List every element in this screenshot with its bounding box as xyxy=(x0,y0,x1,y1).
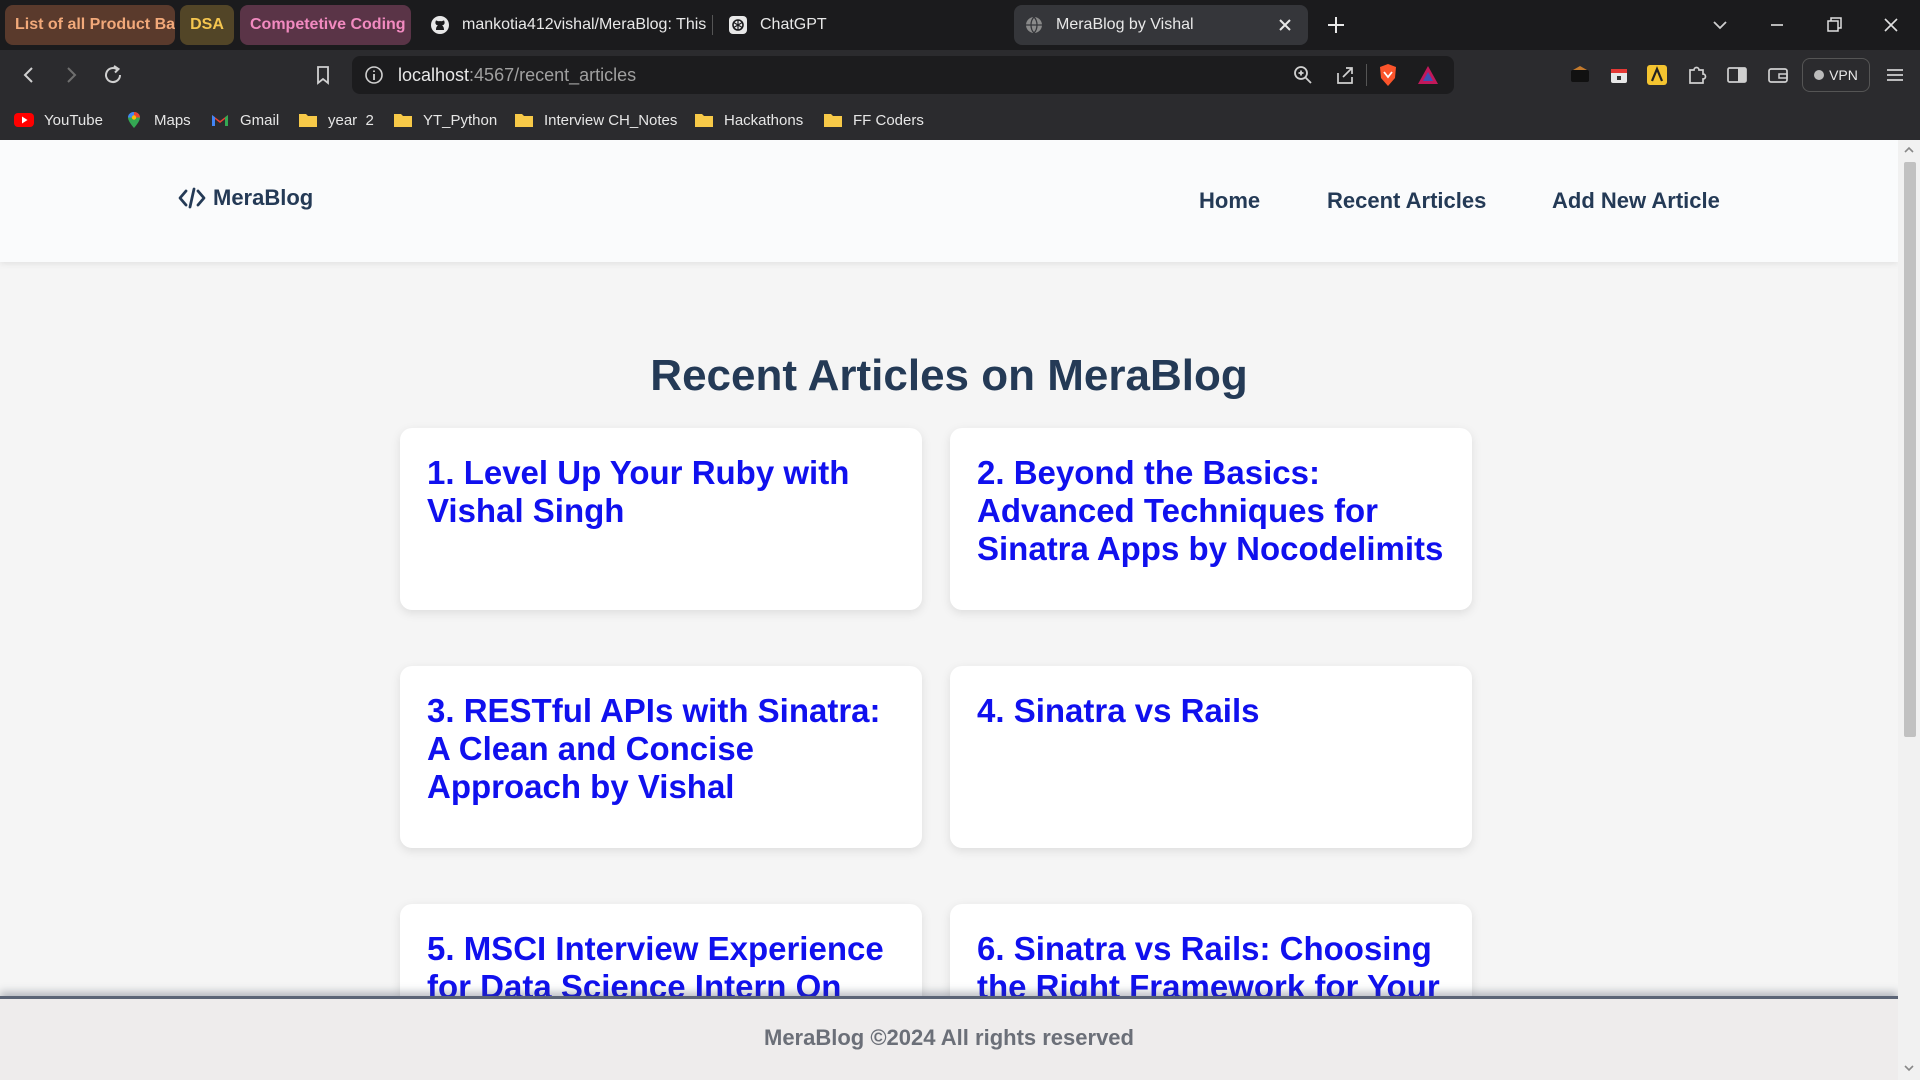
share-icon[interactable] xyxy=(1334,64,1356,86)
github-icon xyxy=(430,15,450,35)
article-link[interactable]: 1. Level Up Your Ruby with Vishal Singh xyxy=(427,454,895,530)
url-path: :4567/recent_articles xyxy=(469,65,637,85)
site-info-icon[interactable] xyxy=(364,65,384,85)
tab-group-label: Competetive Coding xyxy=(250,16,406,33)
folder-icon xyxy=(394,114,412,127)
folder-icon xyxy=(515,114,533,127)
bookmark-folder-ff-coders[interactable]: FF Coders xyxy=(823,108,924,132)
folder-icon xyxy=(299,114,317,127)
gmail-icon xyxy=(212,115,228,126)
address-bar[interactable]: localhost:4567/recent_articles xyxy=(352,56,1454,94)
article-card: 3. RESTful APIs with Sinatra: A Clean an… xyxy=(400,666,922,848)
tab-group-competitive[interactable]: Competetive Coding xyxy=(240,5,411,45)
article-link[interactable]: 3. RESTful APIs with Sinatra: A Clean an… xyxy=(427,692,895,806)
zoom-icon[interactable] xyxy=(1292,64,1314,86)
article-link[interactable]: 5. MSCI Interview Experience for Data Sc… xyxy=(427,930,895,1006)
site-footer: MeraBlog ©2024 All rights reserved xyxy=(0,996,1898,1080)
tab-merablog[interactable]: MeraBlog by Vishal xyxy=(1014,5,1308,45)
brand-logo-link[interactable]: MeraBlog xyxy=(177,185,313,211)
tab-group-label: List of all Product Ba xyxy=(15,16,175,33)
tab-chatgpt[interactable]: ChatGPT xyxy=(718,5,1008,45)
calendar-icon[interactable] xyxy=(1606,62,1632,88)
close-window-icon[interactable] xyxy=(1878,12,1904,38)
bookmark-folder-yt-python[interactable]: YT_Python xyxy=(393,108,497,132)
bookmark-icon[interactable] xyxy=(310,62,336,88)
tab-github[interactable]: mankotia412vishal/MeraBlog: This ap xyxy=(420,5,710,45)
article-link[interactable]: 6. Sinatra vs Rails: Choosing the Right … xyxy=(977,930,1445,1006)
youtube-icon xyxy=(14,113,34,127)
sidebar-icon[interactable] xyxy=(1724,62,1750,88)
bookmark-label: Interview CH_Notes xyxy=(544,111,678,129)
scroll-down-arrow-icon[interactable] xyxy=(1902,1062,1916,1074)
page-title: Recent Articles on MeraBlog xyxy=(650,351,1248,400)
bookmark-maps[interactable]: Maps xyxy=(124,108,191,132)
footer-copyright: MeraBlog ©2024 All rights reserved xyxy=(764,1025,1134,1050)
vpn-button[interactable]: VPN xyxy=(1802,58,1870,92)
tab-title: ChatGPT xyxy=(760,16,827,33)
folder-icon xyxy=(695,114,713,127)
vpn-label: VPN xyxy=(1829,67,1858,83)
tab-title: MeraBlog by Vishal xyxy=(1056,16,1194,33)
nav-add-new-article[interactable]: Add New Article xyxy=(1552,188,1720,214)
bookmark-label: Gmail xyxy=(240,111,280,129)
bookmark-label: YT_Python xyxy=(423,111,498,129)
bookmarks-bar xyxy=(0,100,1920,140)
vpn-status-icon xyxy=(1814,70,1825,80)
tab-title: mankotia412vishal/MeraBlog: This ap xyxy=(462,16,710,33)
globe-icon xyxy=(1024,15,1044,35)
brand-name: MeraBlog xyxy=(213,185,314,210)
page-viewport: MeraBlog Home Recent Articles Add New Ar… xyxy=(0,140,1898,1080)
wallet-dark-icon[interactable] xyxy=(1568,62,1592,86)
url-host: localhost xyxy=(398,65,470,85)
extensions-puzzle-icon[interactable] xyxy=(1684,62,1710,88)
forward-icon[interactable] xyxy=(58,62,84,88)
bookmark-label: Hackathons xyxy=(724,111,804,129)
bookmark-folder-interview[interactable]: Interview CH_Notes xyxy=(514,108,677,132)
tab-group-product[interactable]: List of all Product Ba xyxy=(5,5,175,45)
tab-group-label: DSA xyxy=(190,16,224,33)
bookmark-folder-year2[interactable]: year 2 xyxy=(298,108,374,132)
article-card: 4. Sinatra vs Rails xyxy=(950,666,1472,848)
bookmark-gmail[interactable]: Gmail xyxy=(210,108,279,132)
back-icon[interactable] xyxy=(16,62,42,88)
menu-icon[interactable] xyxy=(1882,62,1908,88)
article-link[interactable]: 4. Sinatra vs Rails xyxy=(977,692,1445,730)
bookmark-label: FF Coders xyxy=(853,111,924,129)
tab-search-chevron-icon[interactable] xyxy=(1707,12,1733,38)
article-card: 1. Level Up Your Ruby with Vishal Singh xyxy=(400,428,922,610)
omnibox-divider xyxy=(1366,64,1367,86)
site-header: MeraBlog Home Recent Articles Add New Ar… xyxy=(0,140,1898,262)
bookmark-label: YouTube xyxy=(44,111,103,129)
reload-icon[interactable] xyxy=(100,62,126,88)
article-link[interactable]: 2. Beyond the Basics: Advanced Technique… xyxy=(977,454,1445,568)
restore-icon[interactable] xyxy=(1821,12,1847,38)
url-text: localhost:4567/recent_articles xyxy=(398,65,636,86)
tab-separator xyxy=(712,15,713,35)
wallet-icon[interactable] xyxy=(1765,62,1791,88)
nav-recent-articles[interactable]: Recent Articles xyxy=(1327,188,1486,214)
brave-shields-icon[interactable] xyxy=(1376,62,1400,88)
code-icon xyxy=(178,187,206,209)
article-card: 2. Beyond the Basics: Advanced Technique… xyxy=(950,428,1472,610)
nav-home[interactable]: Home xyxy=(1199,188,1260,214)
bookmark-label: Maps xyxy=(154,111,191,129)
folder-icon xyxy=(824,114,842,127)
brave-rewards-icon[interactable] xyxy=(1416,63,1440,87)
bookmark-label: year 2 xyxy=(328,111,374,129)
tab-group-dsa[interactable]: DSA xyxy=(180,5,234,45)
minimize-icon[interactable] xyxy=(1764,12,1790,38)
close-tab-icon[interactable] xyxy=(1276,16,1294,34)
scrollbar-thumb[interactable] xyxy=(1904,162,1916,737)
maps-icon xyxy=(128,112,140,128)
bookmark-folder-hackathons[interactable]: Hackathons xyxy=(694,108,803,132)
scroll-up-arrow-icon[interactable] xyxy=(1902,144,1916,156)
bookmark-youtube[interactable]: YouTube xyxy=(14,108,103,132)
chatgpt-icon xyxy=(728,15,748,35)
extension-a-icon[interactable] xyxy=(1644,62,1670,88)
new-tab-icon[interactable] xyxy=(1323,12,1349,38)
